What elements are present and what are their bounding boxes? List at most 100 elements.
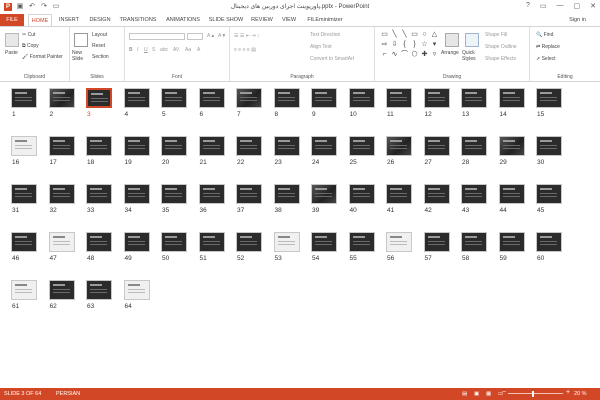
shape-effects-button[interactable]: Shape Effects: [485, 56, 516, 62]
text-direction-button[interactable]: Text Direction: [310, 32, 340, 38]
new-slide-icon[interactable]: [74, 33, 88, 47]
slide-thumbnail[interactable]: [386, 136, 412, 156]
notes-view-icon[interactable]: ▤: [462, 391, 467, 397]
shape-bracket-icon[interactable]: ⌐: [380, 50, 389, 59]
language-indicator[interactable]: PERSIAN: [56, 391, 80, 397]
slide-thumbnail[interactable]: [348, 184, 375, 204]
slide-thumbnail[interactable]: [498, 88, 525, 108]
arrange-icon[interactable]: [445, 33, 459, 47]
shape-cross-icon[interactable]: ✚: [420, 50, 429, 59]
slide-thumbnail[interactable]: [86, 88, 112, 108]
tab-fileminimizer[interactable]: FILEminimizer: [305, 14, 345, 26]
zoom-out-icon[interactable]: −: [502, 389, 506, 396]
slide-thumbnail[interactable]: [198, 136, 225, 156]
slide-thumbnail[interactable]: [48, 136, 75, 156]
slide-thumbnail[interactable]: [11, 184, 37, 204]
slide-thumbnail[interactable]: [498, 232, 525, 252]
shape-curve-icon[interactable]: ∿: [390, 50, 399, 59]
slide-thumbnail[interactable]: [461, 232, 487, 252]
slide-thumbnail[interactable]: [198, 232, 225, 252]
bullets-icon[interactable]: ☰ ☰ ⇤ ⇥ ↕: [234, 33, 259, 39]
shape-oval-icon[interactable]: ○: [420, 30, 429, 39]
shape-line-icon[interactable]: ╲: [390, 30, 399, 39]
new-slide-button[interactable]: New Slide: [72, 50, 90, 62]
slide-thumbnail[interactable]: [311, 136, 337, 156]
slide-thumbnail[interactable]: [536, 88, 562, 108]
slide-thumbnail[interactable]: [236, 184, 262, 204]
slide-thumbnail[interactable]: [348, 136, 375, 156]
slide-thumbnail[interactable]: [498, 136, 525, 156]
section-button[interactable]: Section: [92, 54, 109, 60]
paste-button[interactable]: Paste: [5, 50, 18, 56]
shape-expand-icon[interactable]: ▿: [430, 50, 439, 59]
shape-arrow-icon[interactable]: ⇨: [380, 40, 389, 49]
shadow-button[interactable]: abc: [160, 47, 168, 53]
slide-thumbnail[interactable]: [423, 136, 450, 156]
slide-thumbnail[interactable]: [386, 184, 412, 204]
underline-button[interactable]: U: [144, 47, 148, 53]
shape-arc-icon[interactable]: ⌒: [400, 50, 409, 59]
shape-outline-button[interactable]: Shape Outline: [485, 44, 517, 50]
zoom-level[interactable]: 20 %: [574, 391, 587, 397]
slide-thumbnail[interactable]: [11, 232, 37, 252]
slide-thumbnail[interactable]: [161, 136, 187, 156]
tab-insert[interactable]: INSERT: [58, 14, 80, 26]
arrange-button[interactable]: Arrange: [441, 50, 459, 56]
slide-thumbnail[interactable]: [311, 184, 337, 204]
select-button[interactable]: ➚ Select: [536, 56, 556, 62]
slide-thumbnail[interactable]: [461, 136, 487, 156]
slide-thumbnail[interactable]: [198, 88, 225, 108]
tab-home[interactable]: HOME: [28, 14, 52, 26]
slide-thumbnail[interactable]: [311, 232, 337, 252]
paste-icon[interactable]: [5, 33, 19, 47]
shape-more-icon[interactable]: ▾: [430, 40, 439, 49]
slide-thumbnail[interactable]: [498, 184, 525, 204]
replace-button[interactable]: ⇄ Replace: [536, 44, 560, 50]
shape-line2-icon[interactable]: ╲: [400, 30, 409, 39]
slide-thumbnail[interactable]: [536, 184, 562, 204]
slide-thumbnail[interactable]: [48, 88, 75, 108]
normal-view-icon[interactable]: ▣: [474, 391, 479, 397]
quick-styles-button[interactable]: Quick Styles: [462, 50, 480, 62]
slide-thumbnail[interactable]: [273, 232, 300, 252]
slide-thumbnail[interactable]: [236, 136, 262, 156]
slide-thumbnail[interactable]: [123, 88, 150, 108]
slide-thumbnail[interactable]: [348, 232, 375, 252]
reset-button[interactable]: Reset: [92, 43, 105, 49]
tab-animations[interactable]: ANIMATIONS: [164, 14, 202, 26]
align-icons[interactable]: ≡ ≡ ≡ ≡ ▤: [234, 47, 256, 53]
shape-rect2-icon[interactable]: ▭: [410, 30, 419, 39]
sorter-view-icon[interactable]: ▦: [486, 391, 491, 397]
slide-thumbnail[interactable]: [386, 88, 412, 108]
convert-smartart-button[interactable]: Convert to SmartArt: [310, 56, 354, 62]
slide-thumbnail[interactable]: [11, 280, 37, 300]
shape-star-icon[interactable]: ☆: [420, 40, 429, 49]
tab-file[interactable]: FILE: [0, 14, 24, 26]
cut-button[interactable]: ✂ Cut: [22, 32, 35, 38]
strikethrough-button[interactable]: S: [152, 47, 155, 53]
shape-rect-icon[interactable]: ▭: [380, 30, 389, 39]
slide-thumbnail[interactable]: [86, 136, 112, 156]
slide-thumbnail[interactable]: [423, 88, 450, 108]
format-painter-button[interactable]: 🖌 Format Painter: [22, 54, 63, 60]
help-icon[interactable]: ?: [526, 2, 530, 10]
slide-thumbnail[interactable]: [123, 280, 150, 300]
change-case-button[interactable]: Aa: [185, 47, 191, 53]
align-text-button[interactable]: Align Text: [310, 44, 332, 50]
font-name-field[interactable]: [129, 33, 185, 40]
slide-thumbnail[interactable]: [461, 184, 487, 204]
char-spacing-button[interactable]: AV: [173, 47, 179, 53]
slide-thumbnail[interactable]: [273, 88, 300, 108]
layout-button[interactable]: Layout: [92, 32, 107, 38]
tab-transitions[interactable]: TRANSITIONS: [118, 14, 158, 26]
slide-thumbnail[interactable]: [348, 88, 375, 108]
slide-thumbnail[interactable]: [11, 88, 37, 108]
slide-thumbnail[interactable]: [236, 232, 262, 252]
shape-hex-icon[interactable]: ⬡: [410, 50, 419, 59]
tab-view[interactable]: VIEW: [280, 14, 298, 26]
slide-thumbnail[interactable]: [273, 184, 300, 204]
slide-thumbnail[interactable]: [11, 136, 37, 156]
shape-brace-icon[interactable]: {: [400, 40, 409, 49]
tab-design[interactable]: DESIGN: [88, 14, 112, 26]
ribbon-display-icon[interactable]: ▭: [540, 2, 547, 10]
